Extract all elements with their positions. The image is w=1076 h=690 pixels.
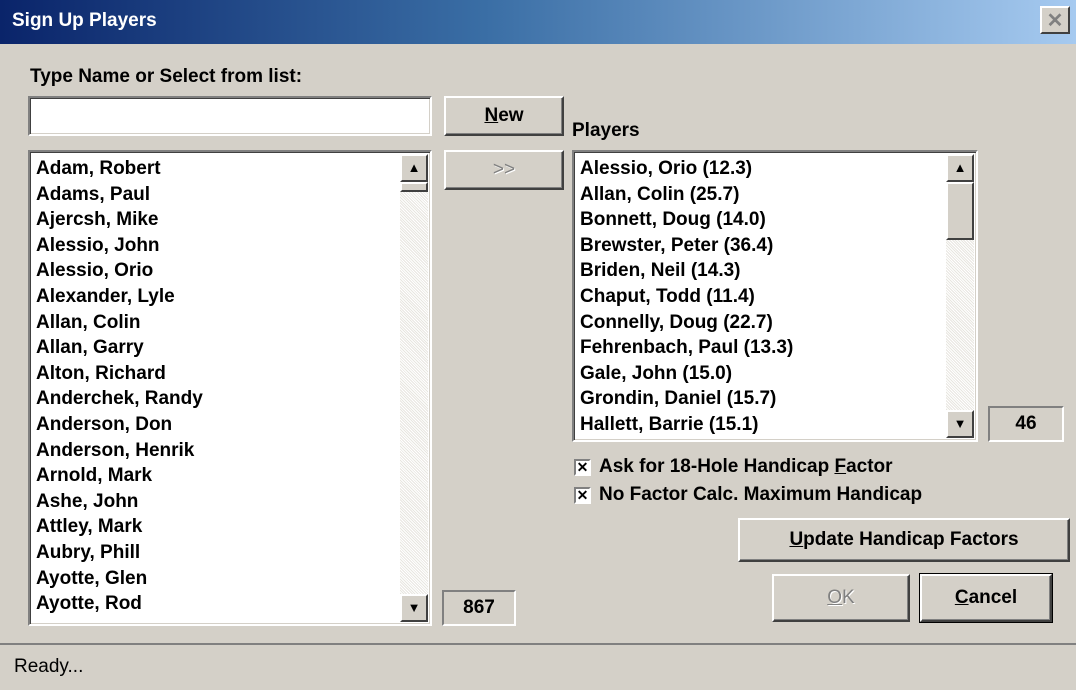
list-item[interactable]: Brewster, Peter (36.4) (580, 233, 944, 259)
scroll-thumb[interactable] (400, 182, 428, 192)
list-item[interactable]: Alessio, Orio (36, 258, 398, 284)
cancel-button-label: Cancel (955, 587, 1017, 609)
update-accel: U (789, 529, 804, 550)
list-item[interactable]: Connelly, Doug (22.7) (580, 310, 944, 336)
list-item[interactable]: Alessio, John (36, 233, 398, 259)
list-item[interactable]: Allan, Colin (25.7) (580, 182, 944, 208)
update-rest: pdate Handicap Factors (803, 529, 1019, 550)
players-scroll-down-button[interactable]: ▼ (946, 410, 974, 438)
ask-factor-pre: Ask for 18-Hole Handicap (599, 456, 835, 477)
list-item[interactable]: Briden, Neil (14.3) (580, 258, 944, 284)
list-item[interactable]: Chaput, Todd (11.4) (580, 284, 944, 310)
no-factor-max-option[interactable]: ✕ No Factor Calc. Maximum Handicap (574, 484, 922, 506)
all-players-scrollbar[interactable]: ▲ ▼ (400, 154, 428, 622)
list-item[interactable]: Adam, Robert (36, 156, 398, 182)
list-item[interactable]: Gale, John (15.0) (580, 361, 944, 387)
list-item[interactable]: Allan, Colin (36, 310, 398, 336)
no-factor-max-checkbox[interactable]: ✕ (574, 486, 591, 504)
ask-factor-post: actor (846, 456, 893, 477)
scroll-down-icon: ▼ (953, 416, 967, 431)
add-player-button[interactable]: >> (444, 150, 564, 190)
ask-factor-checkbox[interactable]: ✕ (574, 458, 591, 476)
ok-button-label: OK (827, 587, 854, 609)
no-factor-max-label: No Factor Calc. Maximum Handicap (599, 484, 923, 505)
new-button-label: New (484, 105, 523, 127)
cancel-accel: C (954, 587, 969, 608)
list-item[interactable]: Ajercsh, Mike (36, 207, 398, 233)
ask-factor-label: Ask for 18-Hole Handicap Factor (599, 456, 893, 478)
players-count: 46 (988, 406, 1064, 442)
list-item[interactable]: Alton, Richard (36, 361, 398, 387)
cancel-rest: ancel (968, 587, 1018, 608)
cancel-button[interactable]: Cancel (919, 573, 1053, 623)
list-item[interactable]: Adams, Paul (36, 182, 398, 208)
players-items: Alessio, Orio (12.3) Allan, Colin (25.7) B… (580, 156, 944, 438)
ask-factor-accel: F (834, 456, 847, 477)
status-bar (0, 643, 1076, 690)
scroll-down-button[interactable]: ▼ (400, 594, 428, 622)
players-label: Players (572, 120, 640, 141)
players-list[interactable]: Alessio, Orio (12.3) Allan, Colin (25.7) B… (572, 150, 978, 442)
scroll-up-icon: ▲ (407, 160, 421, 175)
window-title: Sign Up Players (12, 10, 157, 31)
close-button[interactable]: ✕ (1040, 6, 1070, 34)
new-accel: N (484, 105, 499, 126)
scroll-down-icon: ▼ (407, 600, 421, 615)
new-rest: ew (498, 105, 524, 126)
update-handicap-factors-button[interactable]: Update Handicap Factors (738, 518, 1070, 562)
title-bar (0, 0, 1076, 44)
players-scroll-thumb[interactable] (946, 182, 974, 240)
new-button[interactable]: New (444, 96, 564, 136)
list-item[interactable]: Alexander, Lyle (36, 284, 398, 310)
scroll-up-icon: ▲ (953, 160, 967, 175)
all-players-items: Adam, Robert Adams, Paul Ajercsh, Mike Ales… (36, 156, 398, 617)
ok-rest: K (842, 587, 855, 608)
list-item[interactable]: Anderchek, Randy (36, 386, 398, 412)
list-item[interactable]: Ayotte, Glen (36, 566, 398, 592)
list-item[interactable]: Grondin, Daniel (15.7) (580, 386, 944, 412)
name-input[interactable] (28, 96, 432, 136)
list-item[interactable]: Anderson, Henrik (36, 438, 398, 464)
ok-accel: O (827, 587, 843, 608)
list-item[interactable]: Bonnett, Doug (14.0) (580, 207, 944, 233)
list-item[interactable]: Aubry, Phill (36, 540, 398, 566)
name-entry-label: Type Name or Select from list: (30, 66, 303, 87)
list-item[interactable]: Fehrenbach, Paul (13.3) (580, 335, 944, 361)
list-item[interactable]: Ashe, John (36, 489, 398, 515)
players-scrollbar[interactable]: ▲ ▼ (946, 154, 974, 438)
list-item[interactable]: Anderson, Don (36, 412, 398, 438)
all-players-list[interactable]: Adam, Robert Adams, Paul Ajercsh, Mike Ales… (28, 150, 432, 626)
list-item[interactable]: Hallett, Barrie (15.1) (580, 412, 944, 438)
update-button-label: Update Handicap Factors (789, 529, 1018, 551)
all-players-count: 867 (442, 590, 516, 626)
list-item[interactable]: Ayotte, Rod (36, 591, 398, 617)
status-text: Ready... (14, 656, 84, 677)
close-icon: ✕ (1046, 10, 1064, 32)
list-item[interactable]: Alessio, Orio (12.3) (580, 156, 944, 182)
list-item[interactable]: Allan, Garry (36, 335, 398, 361)
players-scroll-up-button[interactable]: ▲ (946, 154, 974, 182)
scroll-up-button[interactable]: ▲ (400, 154, 428, 182)
ok-button[interactable]: OK (772, 574, 910, 622)
ask-factor-option[interactable]: ✕ Ask for 18-Hole Handicap Factor (574, 456, 893, 478)
list-item[interactable]: Arnold, Mark (36, 463, 398, 489)
list-item[interactable]: Attley, Mark (36, 514, 398, 540)
